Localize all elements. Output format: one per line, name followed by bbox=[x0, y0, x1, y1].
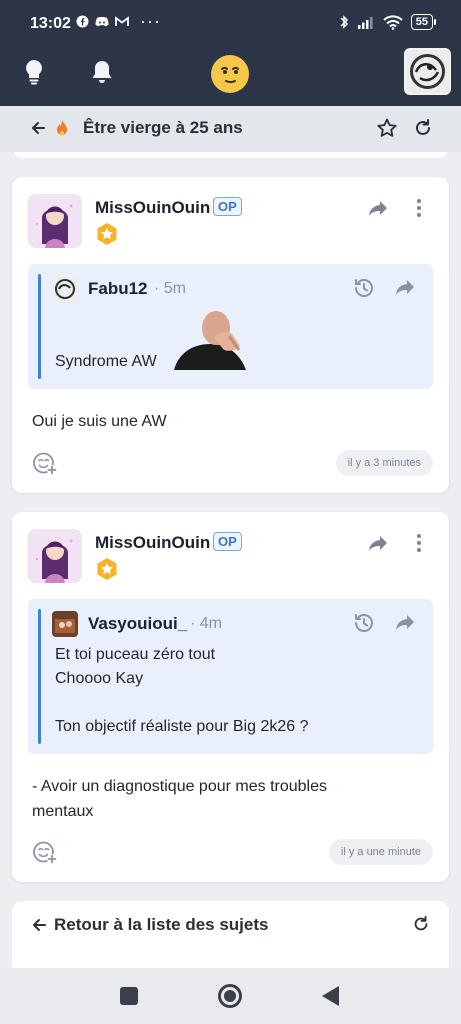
post-author[interactable]: MissOuinOuin bbox=[95, 533, 210, 553]
discord-icon bbox=[95, 16, 109, 26]
lightbulb-icon[interactable] bbox=[20, 58, 48, 86]
op-badge: OP bbox=[213, 197, 242, 216]
history-icon[interactable] bbox=[352, 611, 376, 635]
share-icon[interactable] bbox=[367, 533, 389, 553]
add-reaction-icon[interactable] bbox=[32, 450, 58, 476]
notification-icons bbox=[76, 15, 129, 28]
user-avatar[interactable] bbox=[404, 48, 451, 95]
previous-post-edge bbox=[13, 152, 448, 158]
quote-line-empty bbox=[55, 691, 308, 715]
refresh-icon[interactable] bbox=[412, 117, 434, 139]
fire-icon bbox=[57, 120, 67, 136]
add-reaction-icon[interactable] bbox=[32, 839, 58, 865]
quote-bar bbox=[38, 609, 41, 744]
topic-bar: Être vierge à 25 ans bbox=[0, 106, 461, 152]
star-icon[interactable] bbox=[376, 117, 398, 139]
back-to-topics-card: Retour à la liste des sujets bbox=[12, 901, 449, 968]
op-badge: OP bbox=[213, 532, 242, 551]
post-author[interactable]: MissOuinOuin bbox=[95, 198, 210, 218]
back-to-topics-link[interactable]: Retour à la liste des sujets bbox=[54, 915, 268, 935]
author-avatar[interactable] bbox=[28, 194, 82, 248]
quote-share-icon[interactable] bbox=[394, 612, 416, 632]
battery-indicator: 55 bbox=[410, 14, 437, 30]
post-message: - Avoir un diagnostique pour mes trouble… bbox=[32, 774, 327, 824]
quote-line: Ton objectif réaliste pour Big 2k26 ? bbox=[55, 718, 309, 735]
quote-block: Vasyouioui_ · 4m Et toi puceau zéro tout… bbox=[28, 599, 433, 754]
quote-bar bbox=[38, 274, 41, 379]
facepalm-sticker bbox=[174, 311, 246, 370]
post-card: MissOuinOuin OP Fabu12 · 5m Syndrome AW … bbox=[12, 177, 449, 493]
back-arrow-icon[interactable] bbox=[28, 118, 48, 138]
quote-author[interactable]: Fabu12 bbox=[88, 279, 148, 299]
quote-time: · 5m bbox=[154, 280, 187, 297]
quote-author[interactable]: Vasyouioui_ bbox=[88, 614, 187, 634]
posts-list: MissOuinOuin OP Fabu12 · 5m Syndrome AW … bbox=[0, 152, 461, 968]
star-badge-icon bbox=[97, 558, 117, 580]
refresh-icon[interactable] bbox=[411, 914, 431, 934]
wifi-icon bbox=[383, 14, 403, 30]
share-icon[interactable] bbox=[367, 198, 389, 218]
home-icon[interactable] bbox=[218, 984, 242, 1008]
post-card: MissOuinOuin OP Vasyouioui_ · 4m Et toi … bbox=[12, 512, 449, 882]
post-timestamp: il y a 3 minutes bbox=[335, 450, 433, 476]
app-header: 13:02 ··· 55 bbox=[0, 0, 461, 106]
bell-icon[interactable] bbox=[88, 58, 116, 86]
quote-line: Et toi puceau zéro tout bbox=[55, 646, 216, 663]
more-options-icon[interactable] bbox=[410, 532, 428, 554]
quote-block: Fabu12 · 5m Syndrome AW bbox=[28, 264, 433, 389]
post-message: Oui je suis une AW bbox=[32, 413, 167, 430]
history-icon[interactable] bbox=[352, 276, 376, 300]
author-avatar[interactable] bbox=[28, 529, 82, 583]
post-timestamp: il y a une minute bbox=[328, 839, 433, 865]
status-time: 13:02 bbox=[30, 15, 71, 32]
more-options-icon[interactable] bbox=[410, 197, 428, 219]
gmail-icon bbox=[115, 16, 129, 26]
quote-time: · 4m bbox=[190, 615, 223, 632]
message-line: mentaux bbox=[32, 803, 94, 820]
facebook-icon bbox=[76, 15, 89, 28]
message-line: - Avoir un diagnostique pour mes trouble… bbox=[32, 778, 327, 795]
topic-title: Être vierge à 25 ans bbox=[83, 118, 243, 137]
status-bar: 13:02 ··· 55 bbox=[0, 0, 461, 48]
quote-text: Et toi puceau zéro tout Choooo Kay Ton o… bbox=[55, 643, 308, 739]
smiley-face-icon[interactable] bbox=[211, 55, 249, 93]
quote-text: Syndrome AW bbox=[55, 353, 157, 370]
back-arrow-icon[interactable] bbox=[30, 915, 48, 935]
quote-author-avatar[interactable] bbox=[52, 611, 78, 637]
bluetooth-icon bbox=[340, 15, 348, 29]
quote-share-icon[interactable] bbox=[394, 277, 416, 297]
star-badge-icon bbox=[97, 223, 117, 245]
system-nav-bar bbox=[0, 968, 461, 1024]
recent-apps-icon[interactable] bbox=[120, 987, 138, 1005]
quote-line: Choooo Kay bbox=[55, 670, 144, 687]
quote-author-avatar[interactable] bbox=[52, 276, 78, 302]
system-back-icon[interactable] bbox=[322, 986, 339, 1006]
signal-icon bbox=[357, 17, 373, 29]
more-notifications-icon: ··· bbox=[140, 11, 161, 31]
